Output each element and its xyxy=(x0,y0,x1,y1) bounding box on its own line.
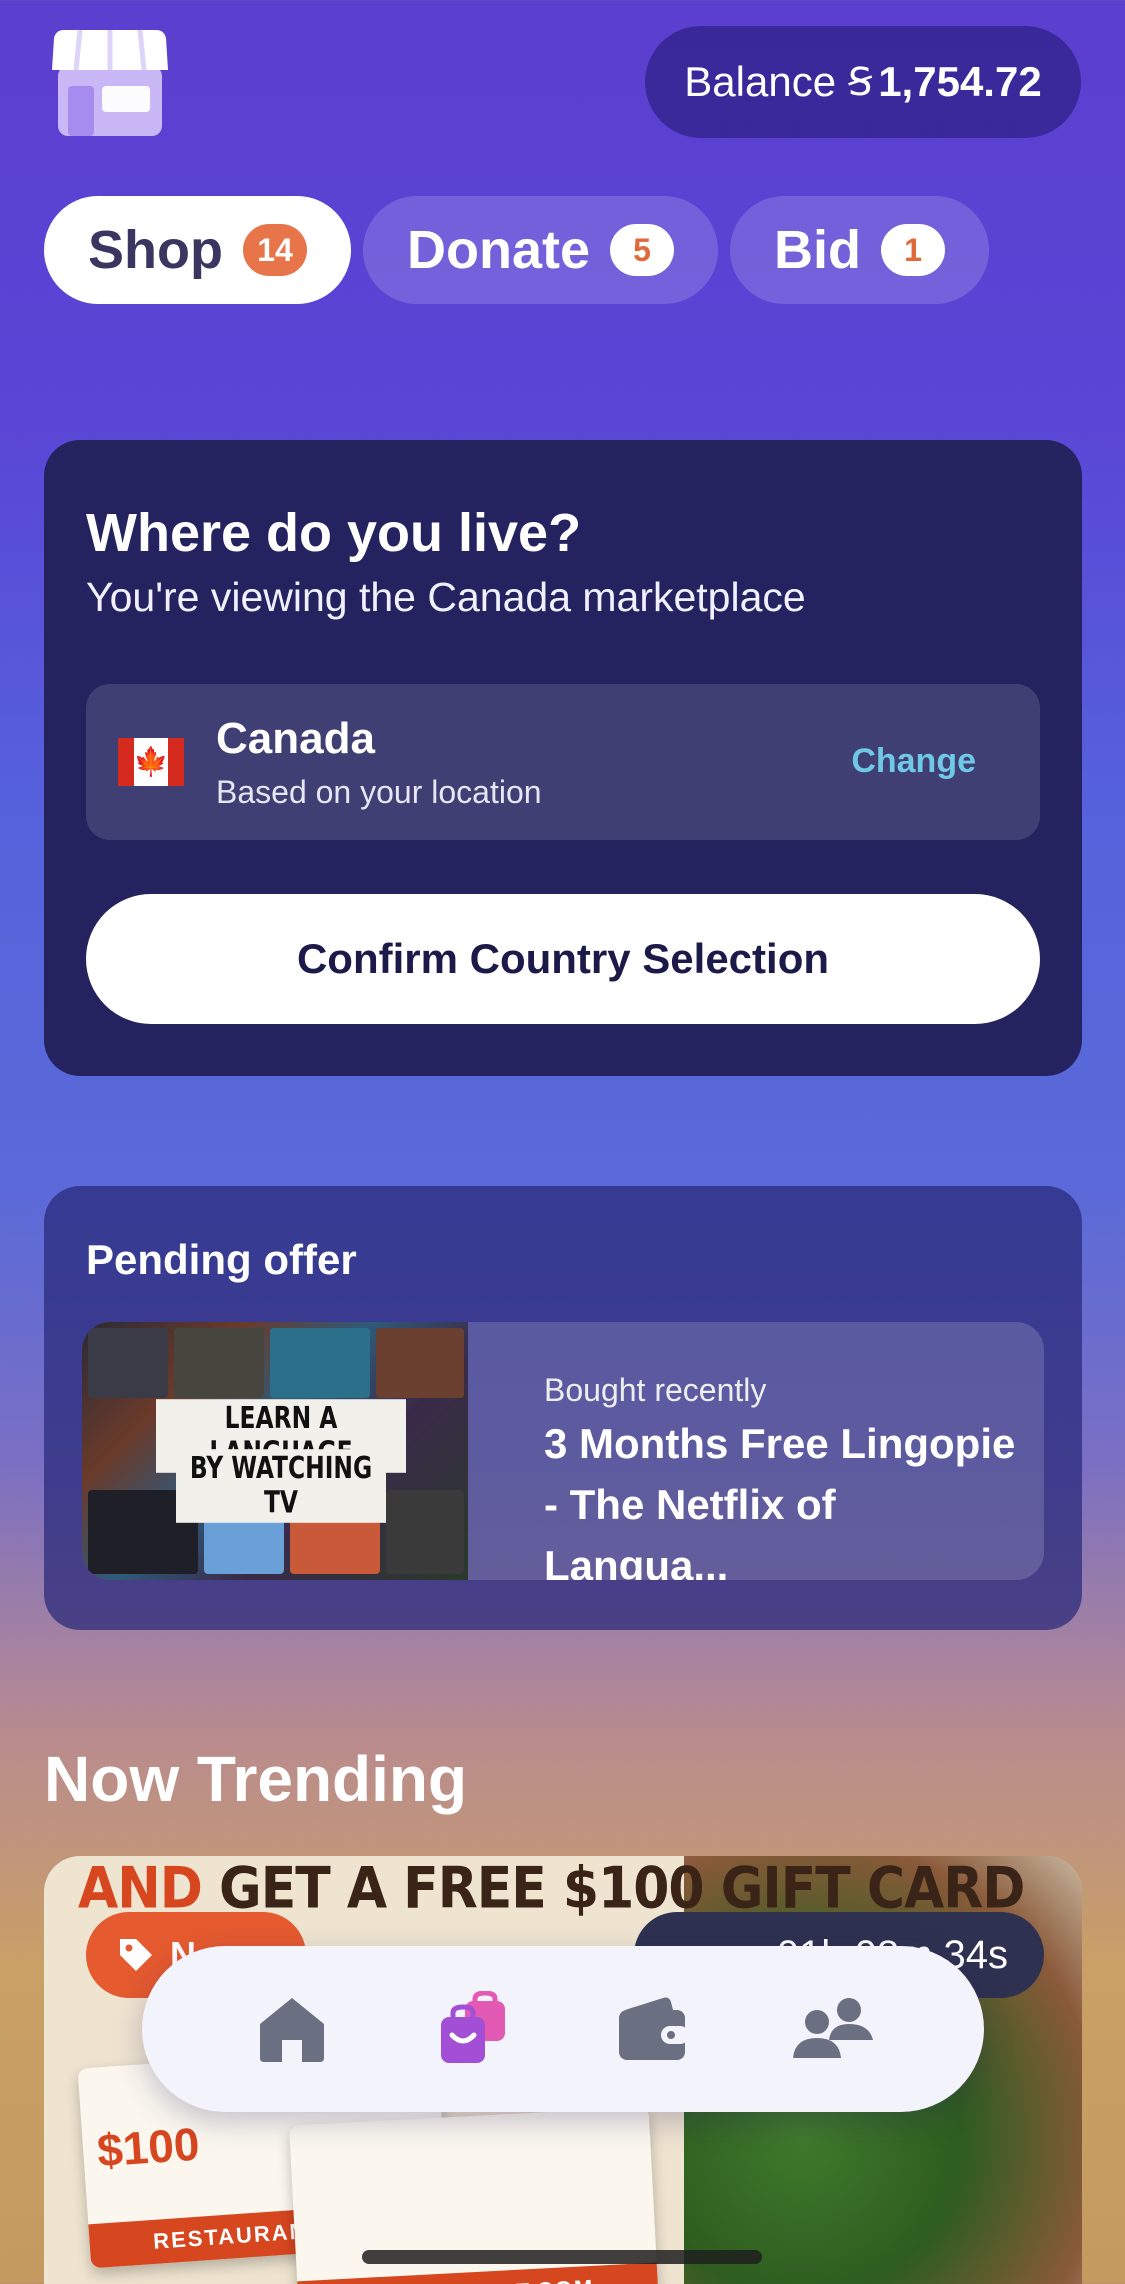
maple-leaf-icon: 🍁 xyxy=(133,746,169,777)
category-tabs: Shop 14 Donate 5 Bid 1 xyxy=(44,196,989,304)
nav-wallet[interactable] xyxy=(608,1984,698,2074)
shopping-bags-icon xyxy=(440,1991,505,2063)
people-icon xyxy=(792,1998,873,2058)
location-card: Where do you live? You're viewing the Ca… xyxy=(44,440,1082,1076)
confirm-country-button[interactable]: Confirm Country Selection xyxy=(86,894,1040,1024)
country-selector[interactable]: 🍁 Canada Based on your location Change xyxy=(86,684,1040,840)
store-logo xyxy=(52,29,168,136)
tab-count-badge: 1 xyxy=(881,224,945,276)
pending-offer-card: Pending offer LEARN A LANGUAGE BY WATCHI… xyxy=(44,1186,1082,1630)
gift-card-amount: $100 xyxy=(95,2117,202,2177)
nav-home[interactable] xyxy=(247,1984,337,2074)
tab-count-badge: 14 xyxy=(242,224,307,276)
tab-count-badge: 5 xyxy=(610,224,674,276)
home-icon xyxy=(260,1998,325,2062)
canada-flag-icon: 🍁 xyxy=(118,738,184,786)
wallet-icon xyxy=(619,1997,690,2060)
thumb-caption-line2: BY WATCHING TV xyxy=(176,1449,386,1523)
tab-label: Donate xyxy=(406,220,590,280)
country-name: Canada xyxy=(216,714,375,763)
location-title: Where do you live? xyxy=(86,503,582,563)
pending-offer-item[interactable]: LEARN A LANGUAGE BY WATCHING TV Bought r… xyxy=(82,1322,1044,1580)
trending-title: Now Trending xyxy=(44,1743,468,1815)
coin-icon: Ꞩ xyxy=(848,61,873,104)
tab-donate[interactable]: Donate 5 xyxy=(362,196,718,304)
home-indicator[interactable] xyxy=(362,2250,762,2264)
bottom-nav xyxy=(142,1946,984,2112)
offer-name: 3 Months Free Lingopie - The Netflix of … xyxy=(544,1420,1016,1580)
pending-offer-title: Pending offer xyxy=(86,1236,357,1283)
offer-thumbnail: LEARN A LANGUAGE BY WATCHING TV xyxy=(82,1322,468,1580)
location-subtitle: You're viewing the Canada marketplace xyxy=(86,574,806,620)
balance-label: Balance xyxy=(684,58,837,105)
change-country-button[interactable]: Change xyxy=(851,742,976,781)
tab-shop[interactable]: Shop 14 xyxy=(44,196,351,304)
tab-label: Shop xyxy=(88,220,223,280)
tag-icon xyxy=(120,1939,152,1971)
country-hint: Based on your location xyxy=(216,774,542,810)
gift-card-brand: RESTAURANT.COM xyxy=(297,2262,659,2284)
nav-friends[interactable] xyxy=(789,1984,879,2074)
offer-kicker: Bought recently xyxy=(544,1372,767,1408)
tab-label: Bid xyxy=(774,220,861,280)
tab-bid[interactable]: Bid 1 xyxy=(730,196,989,304)
nav-shop[interactable] xyxy=(428,1984,518,2074)
balance-value: 1,754.72 xyxy=(878,58,1042,105)
balance-pill[interactable]: Balance Ꞩ 1,754.72 xyxy=(645,26,1081,138)
